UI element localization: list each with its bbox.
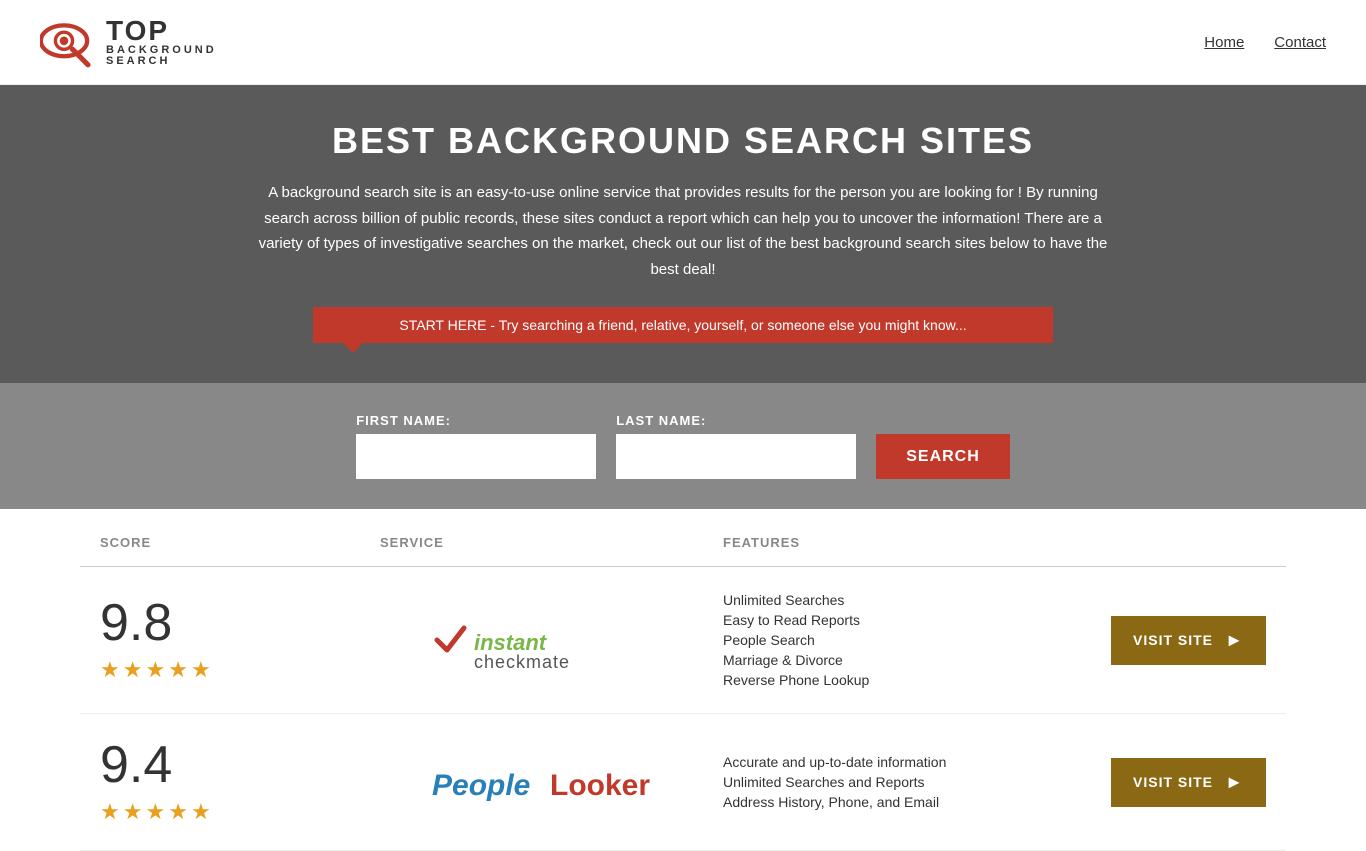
feature-1-4: Marriage & Divorce xyxy=(723,652,1066,668)
search-button[interactable]: SEARCH xyxy=(876,434,1010,479)
logo-top-text: TOP xyxy=(106,17,217,45)
svg-text:People: People xyxy=(432,769,530,802)
stars-2: ★ ★ ★ ★ ★ xyxy=(100,799,211,825)
hero-section: BEST BACKGROUND SEARCH SITES A backgroun… xyxy=(0,85,1366,383)
svg-text:Looker: Looker xyxy=(550,769,650,802)
score-number-2: 9.4 xyxy=(100,739,172,791)
star-half-2: ★ xyxy=(191,799,211,825)
visit-site-button-2[interactable]: VISIT SITE ► xyxy=(1111,758,1266,807)
features-cell-2: Accurate and up-to-date information Unli… xyxy=(723,754,1066,810)
col-score: SCORE xyxy=(100,535,380,550)
star-4: ★ xyxy=(168,657,188,683)
first-name-input[interactable] xyxy=(356,434,596,479)
score-cell-2: 9.4 ★ ★ ★ ★ ★ xyxy=(100,739,380,825)
feature-2-3: Address History, Phone, and Email xyxy=(723,794,1066,810)
hero-description: A background search site is an easy-to-u… xyxy=(253,180,1113,282)
nav-home[interactable]: Home xyxy=(1204,34,1244,51)
search-form-area: FIRST NAME: LAST NAME: SEARCH xyxy=(0,383,1366,509)
star-2-3: ★ xyxy=(145,799,165,825)
logo-bottom-text: BACKGROUNDSEARCH xyxy=(106,45,217,67)
score-cell-1: 9.8 ★ ★ ★ ★ ★ xyxy=(100,597,380,683)
visit-cell-1: VISIT SITE ► xyxy=(1066,616,1266,665)
logo-text: TOP BACKGROUNDSEARCH xyxy=(106,17,217,67)
page-title: BEST BACKGROUND SEARCH SITES xyxy=(20,120,1346,162)
search-callout: START HERE - Try searching a friend, rel… xyxy=(313,307,1053,343)
table-header: SCORE SERVICE FEATURES xyxy=(80,519,1286,567)
site-header: TOP BACKGROUNDSEARCH Home Contact xyxy=(0,0,1366,85)
service-logo-2: People Looker xyxy=(380,745,723,820)
table-row: 9.4 ★ ★ ★ ★ ★ People Looker Accurate and… xyxy=(80,714,1286,851)
col-service: SERVICE xyxy=(380,535,723,550)
table-row: 9.8 ★ ★ ★ ★ ★ instant checkmate Unlimite… xyxy=(80,567,1286,714)
nav-contact[interactable]: Contact xyxy=(1274,34,1326,51)
last-name-input[interactable] xyxy=(616,434,856,479)
col-action xyxy=(1066,535,1266,550)
checkmate-logo-svg: instant checkmate xyxy=(432,613,672,668)
feature-1-3: People Search xyxy=(723,632,1066,648)
star-3: ★ xyxy=(145,657,165,683)
logo-icon xyxy=(40,15,100,70)
star-2-4: ★ xyxy=(168,799,188,825)
star-2-1: ★ xyxy=(100,799,120,825)
feature-1-5: Reverse Phone Lookup xyxy=(723,672,1066,688)
visit-site-button-1[interactable]: VISIT SITE ► xyxy=(1111,616,1266,665)
features-cell-1: Unlimited Searches Easy to Read Reports … xyxy=(723,592,1066,688)
svg-text:checkmate: checkmate xyxy=(474,652,570,668)
feature-1-1: Unlimited Searches xyxy=(723,592,1066,608)
first-name-field: FIRST NAME: xyxy=(356,413,596,479)
star-half-1: ★ xyxy=(191,657,211,683)
col-features: FEATURES xyxy=(723,535,1066,550)
stars-1: ★ ★ ★ ★ ★ xyxy=(100,657,211,683)
service-logo-1: instant checkmate xyxy=(380,603,723,678)
last-name-field: LAST NAME: xyxy=(616,413,856,479)
star-1: ★ xyxy=(100,657,120,683)
peoplelooker-logo-svg: People Looker xyxy=(432,755,672,810)
score-number-1: 9.8 xyxy=(100,597,172,649)
first-name-label: FIRST NAME: xyxy=(356,413,596,428)
arrow-icon-2: ► xyxy=(1225,772,1244,793)
arrow-icon-1: ► xyxy=(1225,630,1244,651)
results-section: SCORE SERVICE FEATURES 9.8 ★ ★ ★ ★ ★ ins… xyxy=(0,519,1366,851)
feature-1-2: Easy to Read Reports xyxy=(723,612,1066,628)
feature-2-2: Unlimited Searches and Reports xyxy=(723,774,1066,790)
star-2-2: ★ xyxy=(123,799,143,825)
star-2: ★ xyxy=(123,657,143,683)
main-nav: Home Contact xyxy=(1204,34,1326,51)
site-logo: TOP BACKGROUNDSEARCH xyxy=(40,15,217,70)
last-name-label: LAST NAME: xyxy=(616,413,856,428)
visit-cell-2: VISIT SITE ► xyxy=(1066,758,1266,807)
